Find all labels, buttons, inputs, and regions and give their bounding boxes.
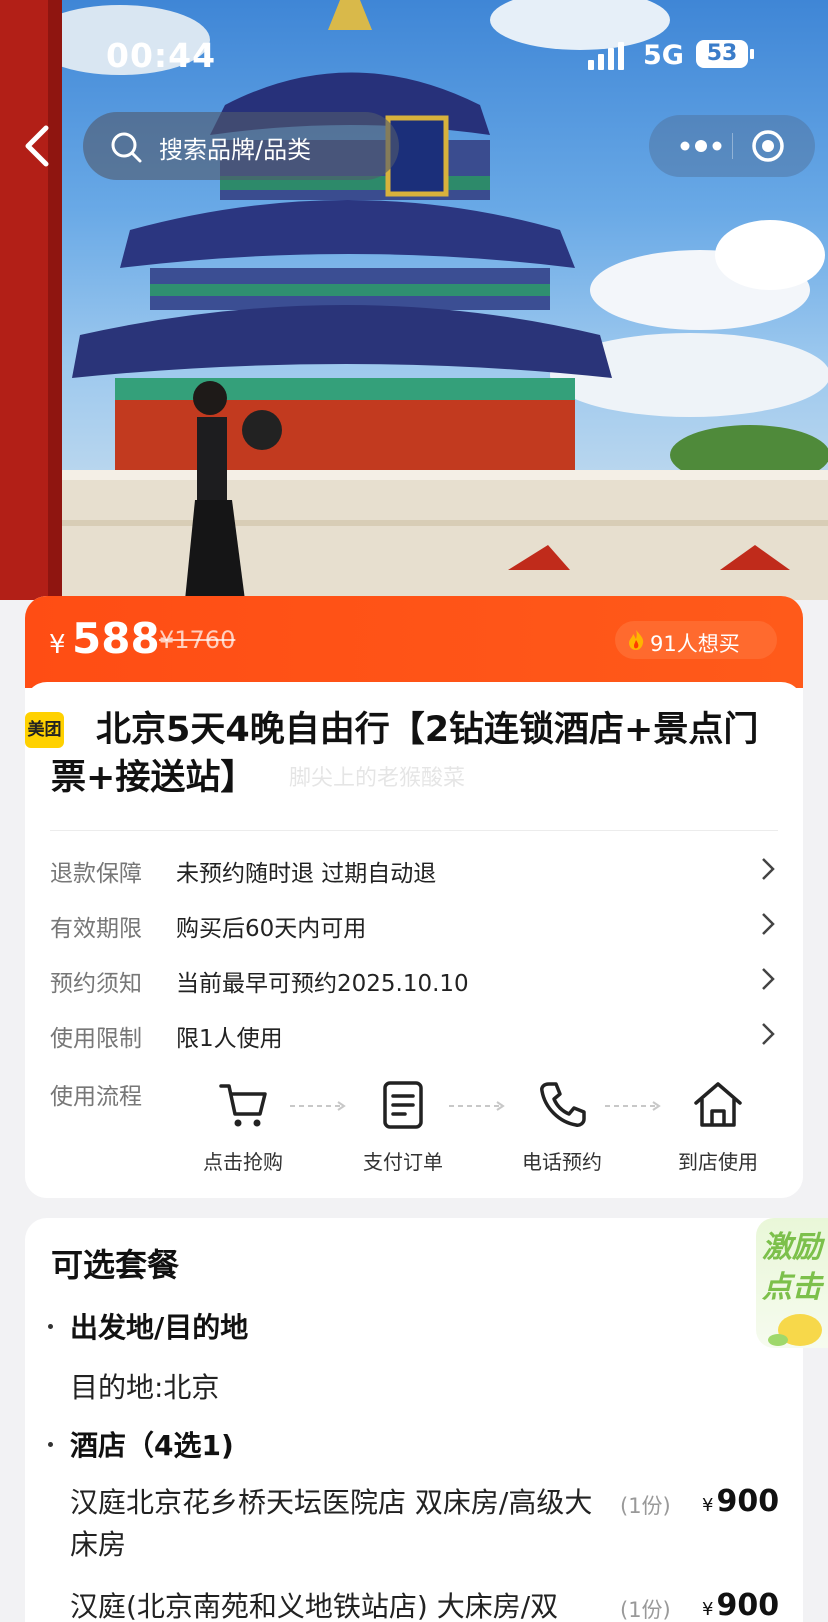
chevron-right-icon: [762, 968, 775, 990]
info-label: 有效期限: [50, 916, 142, 942]
status-time: 00:44: [106, 36, 217, 75]
process-label: 使用流程: [50, 1084, 142, 1110]
dashed-arrow-icon: [605, 1101, 661, 1111]
home-icon: [694, 1082, 742, 1127]
hero-banner: 00:44 5G 53 搜索品牌/品类: [0, 0, 828, 600]
chevron-right-icon: [762, 858, 775, 880]
package-option-qty: (1份): [620, 1598, 671, 1622]
step-label: 到店使用: [678, 1150, 758, 1174]
info-row-refund[interactable]: 退款保障 未预约随时退 过期自动退: [50, 848, 778, 888]
destination-text: 目的地:北京: [70, 1371, 220, 1404]
group-title-hotel: 酒店（4选1): [70, 1429, 234, 1462]
back-button[interactable]: [18, 122, 58, 170]
step-use-in-store: 到店使用: [658, 1078, 778, 1178]
price-value: 900: [716, 1588, 780, 1622]
want-count-badge: 91人想买: [615, 621, 777, 659]
battery-tip: [750, 49, 754, 59]
price-currency: ¥: [702, 1495, 714, 1516]
step-purchase: 点击抢购: [183, 1078, 303, 1178]
dashed-arrow-icon: [290, 1101, 346, 1111]
capsule-divider: [732, 133, 733, 159]
info-label: 退款保障: [50, 861, 142, 887]
battery-icon: 53: [696, 40, 748, 68]
current-price: 588: [72, 614, 160, 663]
package-option-name[interactable]: 汉庭(北京南苑和义地铁站店) 大床房/双: [70, 1586, 600, 1622]
status-bar: 00:44 5G 53: [0, 0, 828, 100]
original-price: ¥1760: [159, 626, 236, 654]
package-option-price: ¥900: [702, 1588, 779, 1622]
info-row-usage-limit[interactable]: 使用限制 限1人使用: [50, 1013, 778, 1053]
package-option-qty: (1份): [620, 1494, 671, 1518]
flame-icon: [629, 630, 644, 650]
info-value: 限1人使用: [176, 1026, 283, 1052]
info-value: 当前最早可预约2025.10.10: [176, 971, 469, 997]
search-icon: [111, 132, 142, 163]
info-label: 使用限制: [50, 1026, 142, 1052]
step-phone-booking: 电话预约: [502, 1078, 622, 1178]
price-currency: ¥: [702, 1599, 714, 1620]
signal-icon: [588, 42, 630, 70]
close-miniapp-icon[interactable]: [750, 128, 786, 164]
info-value: 未预约随时退 过期自动退: [176, 861, 437, 887]
step-label: 电话预约: [522, 1150, 602, 1174]
back-arrow-icon: [25, 125, 49, 167]
want-count: 91人想买: [650, 632, 740, 656]
promo-float-button[interactable]: 激励 点击: [756, 1218, 828, 1348]
order-icon: [383, 1081, 423, 1129]
bullet-dot: [48, 1442, 53, 1447]
info-label: 预约须知: [50, 971, 142, 997]
price-bar: ¥ 588 ¥1760 91人想买: [25, 596, 803, 688]
info-row-booking[interactable]: 预约须知 当前最早可预约2025.10.10: [50, 958, 778, 998]
price-value: 900: [716, 1484, 780, 1519]
watermark: 脚尖上的老猴酸菜: [289, 766, 466, 791]
search-bar[interactable]: 搜索品牌/品类: [83, 112, 399, 180]
cart-icon: [219, 1084, 267, 1127]
package-option-name[interactable]: 汉庭北京花乡桥天坛医院店 双床房/高级大床房: [70, 1482, 600, 1566]
bullet-dot: [48, 1324, 53, 1329]
package-option-price: ¥900: [702, 1484, 779, 1519]
dashed-arrow-icon: [449, 1101, 505, 1111]
mascot-icon: [768, 1314, 822, 1346]
info-value: 购买后60天内可用: [176, 916, 367, 942]
price-currency: ¥: [49, 630, 66, 660]
more-icon[interactable]: [671, 131, 731, 161]
phone-icon: [540, 1082, 586, 1127]
search-placeholder: 搜索品牌/品类: [159, 136, 312, 164]
chevron-right-icon: [762, 913, 775, 935]
network-type: 5G: [643, 40, 684, 71]
step-pay: 支付订单: [343, 1078, 463, 1178]
step-label: 支付订单: [363, 1150, 443, 1174]
miniapp-capsule: [649, 115, 815, 177]
group-title-destination: 出发地/目的地: [70, 1311, 249, 1344]
title-divider: [50, 830, 778, 831]
step-label: 点击抢购: [203, 1150, 283, 1174]
section-title-packages: 可选套餐: [51, 1246, 180, 1284]
info-row-validity[interactable]: 有效期限 购买后60天内可用: [50, 903, 778, 943]
chevron-right-icon: [762, 1023, 775, 1045]
promo-line1: 激励: [762, 1230, 822, 1265]
